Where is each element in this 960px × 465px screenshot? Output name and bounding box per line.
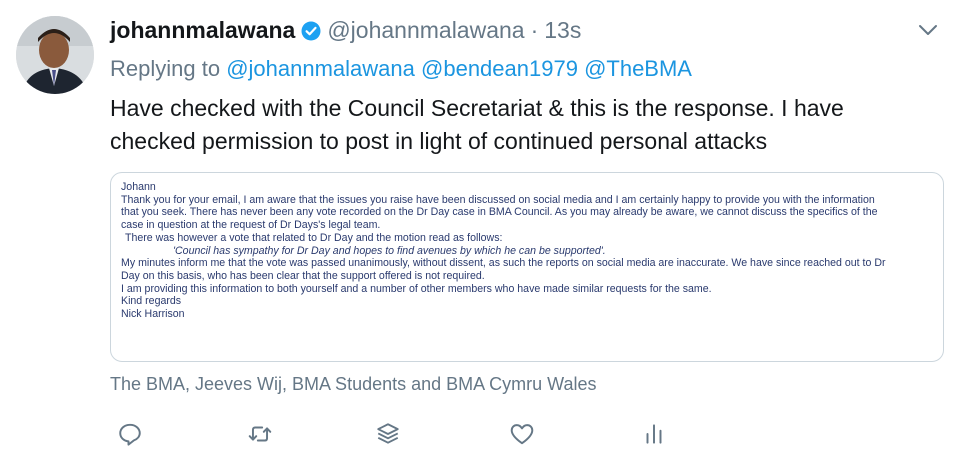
- tweet-text: Have checked with the Council Secretaria…: [110, 92, 920, 158]
- letter-line: Kind regards: [121, 295, 182, 308]
- letter-line: Johann: [121, 181, 156, 193]
- liked-by-text[interactable]: The BMA, Jeeves Wij, BMA Students and BM…: [110, 374, 597, 395]
- tweet-text-line: Have checked with the Council Secretaria…: [110, 95, 844, 121]
- user-handle[interactable]: @johannmalawana: [327, 17, 524, 44]
- display-name[interactable]: johannmalawana: [110, 17, 295, 44]
- verified-badge-icon: [301, 20, 321, 41]
- mention-link[interactable]: @johannmalawana: [226, 56, 415, 81]
- letter-quote: 'Council has sympathy for Dr Day and hop…: [173, 244, 606, 257]
- layers-button[interactable]: [368, 416, 408, 456]
- mention-link[interactable]: @bendean1979: [421, 56, 578, 81]
- avatar[interactable]: [16, 16, 94, 94]
- analytics-icon: [641, 421, 667, 452]
- analytics-button[interactable]: [634, 416, 674, 456]
- retweet-button[interactable]: [240, 416, 280, 456]
- separator-dot: ·: [530, 16, 539, 43]
- retweet-icon: [247, 421, 273, 452]
- reply-icon: [117, 421, 143, 452]
- heart-icon: [509, 421, 535, 452]
- letter-line: that you seek. There has never been any …: [121, 206, 878, 219]
- letter-line: Nick Harrison: [121, 308, 185, 321]
- like-button[interactable]: [502, 416, 542, 456]
- chevron-down-icon[interactable]: [916, 18, 940, 42]
- replying-prefix: Replying to: [110, 56, 221, 81]
- timestamp[interactable]: 13s: [544, 17, 581, 44]
- tweet-actions: [110, 416, 670, 456]
- replying-to: Replying to @johannmalawana @bendean1979…: [110, 56, 692, 82]
- tweet-header: johannmalawana @johannmalawana · 13s: [110, 14, 940, 46]
- letter-line: My minutes inform me that the vote was p…: [121, 257, 886, 270]
- layers-icon: [375, 421, 401, 452]
- attached-image-letter[interactable]: Johann Thank you for your email, I am aw…: [110, 172, 944, 362]
- letter-line: Thank you for your email, I am aware tha…: [121, 193, 875, 206]
- letter-line: There was however a vote that related to…: [125, 231, 503, 244]
- letter-line: I am providing this information to both …: [121, 282, 712, 295]
- letter-line: case in question at the request of Dr Da…: [121, 219, 381, 232]
- letter-line: Day on this basis, who has been clear th…: [121, 269, 485, 282]
- tweet-text-line: checked permission to post in light of c…: [110, 128, 768, 154]
- reply-button[interactable]: [110, 416, 150, 456]
- mention-link[interactable]: @TheBMA: [584, 56, 692, 81]
